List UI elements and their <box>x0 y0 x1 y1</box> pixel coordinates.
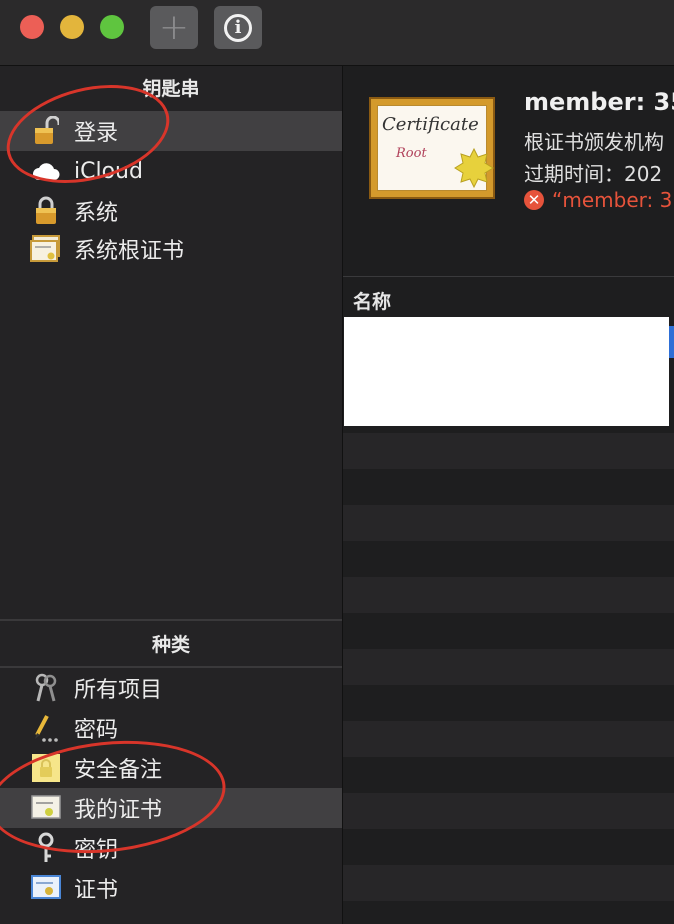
list-row[interactable] <box>343 649 674 685</box>
list-column-header[interactable]: 名称 <box>343 276 674 317</box>
list-row[interactable] <box>343 433 674 469</box>
certificate-error: ✕ “member: 3 <box>524 188 672 212</box>
certificate-title: member: 35 <box>524 88 674 116</box>
padlock-icon <box>28 195 64 227</box>
selected-row-edge <box>669 326 674 358</box>
category-item-label: 证书 <box>74 878 119 903</box>
pencil-icon <box>28 712 64 744</box>
sidebar-item-label: 系统根证书 <box>74 239 185 264</box>
keys-icon <box>28 672 64 704</box>
category-item-label: 所有项目 <box>74 678 163 703</box>
certificate-error-text: “member: 3 <box>552 188 673 212</box>
info-icon: i <box>224 13 252 42</box>
list-row[interactable] <box>343 505 674 541</box>
error-icon: ✕ <box>524 190 544 210</box>
category-section-title: 种类 <box>151 634 190 656</box>
sidebar-item-label: 系统 <box>74 201 119 226</box>
list-row[interactable] <box>343 793 674 829</box>
certificate-badge-subtitle: Root <box>396 146 427 161</box>
main-pane: Certificate Root member: 35 根证书颁发机构 过期时间… <box>343 66 674 924</box>
column-name-label: 名称 <box>353 291 392 313</box>
certificate-badge: Certificate Root <box>369 97 495 199</box>
certificate-issuer: 根证书颁发机构 <box>524 130 664 154</box>
certificate-seal-icon <box>454 148 494 188</box>
certificate-icon <box>28 233 64 265</box>
plus-icon: + <box>158 6 190 48</box>
category-item-all-items[interactable]: 所有项目 <box>0 668 342 708</box>
zoom-window-button[interactable] <box>100 15 124 39</box>
minimize-window-button[interactable] <box>60 15 84 39</box>
add-item-button[interactable]: + <box>150 6 198 49</box>
close-window-button[interactable] <box>20 15 44 39</box>
certificate-badge-title: Certificate <box>382 114 479 135</box>
list-row[interactable] <box>343 865 674 901</box>
category-item-certificates[interactable]: 证书 <box>0 868 342 908</box>
certificate-expiry: 过期时间：202 <box>524 162 663 186</box>
category-item-label: 密码 <box>74 718 119 743</box>
list-row[interactable] <box>343 577 674 613</box>
sidebar-item-system-roots[interactable]: 系统根证书 <box>0 229 342 269</box>
redacted-list-area <box>344 317 669 426</box>
window-toolbar: + i <box>0 0 674 66</box>
list-row[interactable] <box>343 721 674 757</box>
info-button[interactable]: i <box>214 6 262 49</box>
sidebar-item-system[interactable]: 系统 <box>0 191 342 231</box>
category-item-passwords[interactable]: 密码 <box>0 708 342 748</box>
sidebar-divider <box>0 619 342 621</box>
certificate-icon <box>28 872 64 904</box>
